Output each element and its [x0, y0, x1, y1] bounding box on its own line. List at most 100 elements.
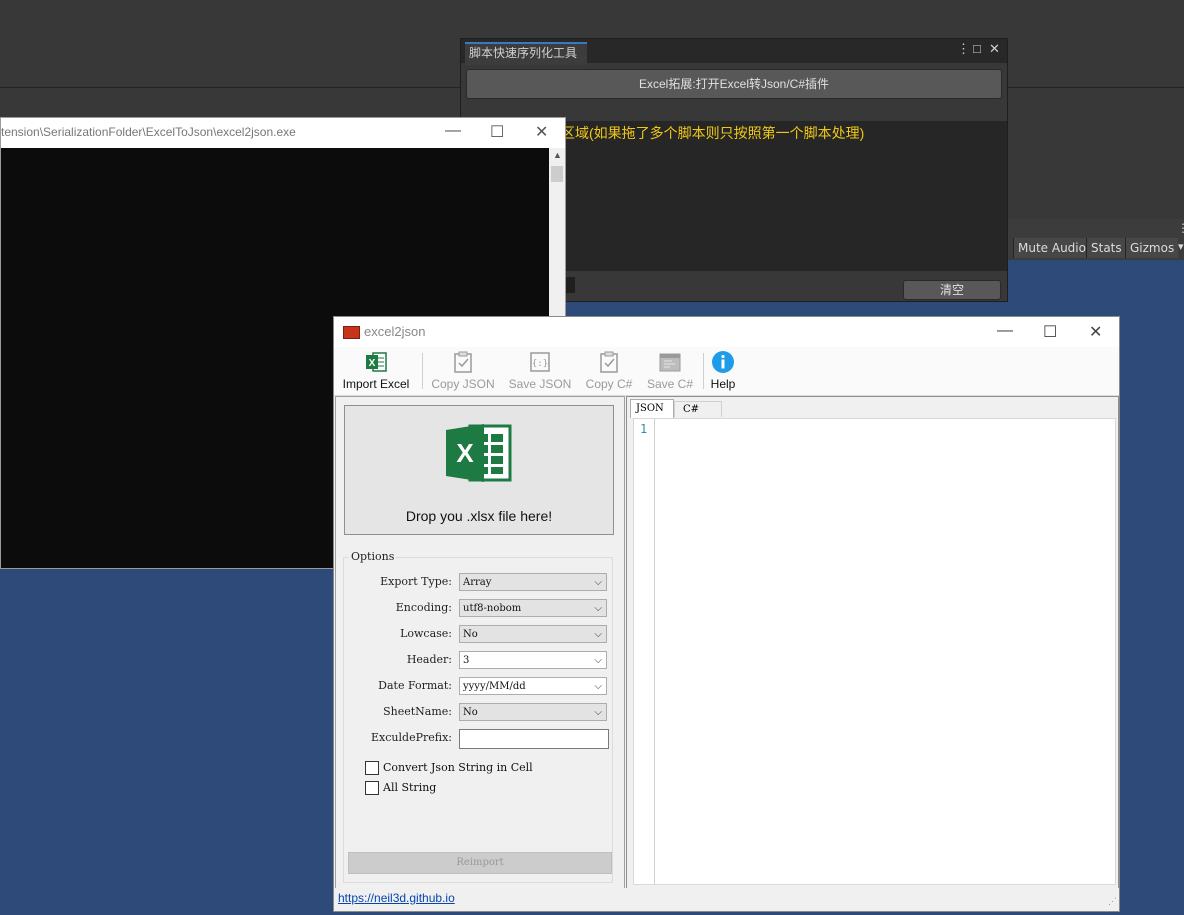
- left-panel: X Drop you .xlsx file here! Options Expo…: [335, 396, 625, 889]
- maximize-icon[interactable]: ☐: [1043, 322, 1057, 342]
- save-cs-label: Save C#: [646, 377, 694, 391]
- tab-json[interactable]: JSON: [630, 399, 674, 418]
- exclude-prefix-row: ExculdePrefix:: [344, 729, 612, 749]
- export-type-label: Export Type:: [380, 575, 452, 588]
- homepage-link[interactable]: https://neil3d.github.io: [338, 891, 455, 905]
- copy-cs-button[interactable]: Copy C#: [580, 350, 638, 394]
- reimport-button[interactable]: Reimport: [348, 852, 612, 874]
- date-format-value: yyyy/MM/dd: [463, 681, 526, 692]
- close-icon[interactable]: ✕: [989, 41, 1000, 57]
- drop-hint: 区域(如果拖了多个脚本则只按照第一个脚本处理): [561, 125, 865, 141]
- encoding-select[interactable]: utf8-nobom ⌵: [459, 599, 607, 617]
- copy-json-label: Copy JSON: [431, 377, 495, 391]
- scrollbar-thumb[interactable]: [551, 166, 563, 182]
- gizmos-button[interactable]: Gizmos: [1125, 238, 1179, 258]
- chevron-down-icon: ⌵: [594, 629, 602, 640]
- encoding-row: Encoding: utf8-nobom ⌵: [344, 599, 612, 619]
- help-button[interactable]: Help: [708, 350, 738, 394]
- tab-serialization-tool[interactable]: 脚本快速序列化工具: [465, 42, 588, 65]
- date-format-combobox[interactable]: yyyy/MM/dd ⌵: [459, 677, 607, 695]
- clipboard-check-icon: [454, 351, 472, 373]
- divider: [422, 353, 423, 389]
- export-type-value: Array: [463, 577, 492, 588]
- export-type-row: Export Type: Array ⌵: [344, 573, 612, 593]
- import-excel-label: Import Excel: [342, 377, 410, 391]
- svg-text:{:}: {:}: [532, 359, 548, 369]
- exclude-prefix-input[interactable]: [459, 729, 609, 749]
- close-icon[interactable]: ✕: [535, 122, 548, 142]
- title-bar: excel2json — ☐ ✕: [334, 317, 1119, 347]
- gizmos-chevron-icon[interactable]: ▾: [1178, 240, 1184, 253]
- sheet-name-value: No: [463, 707, 478, 718]
- close-icon[interactable]: ✕: [1089, 322, 1102, 342]
- status-bar: https://neil3d.github.io ⋰: [334, 888, 1119, 910]
- open-excel-plugin-button[interactable]: Excel拓展:打开Excel转Json/C#插件: [466, 69, 1002, 99]
- save-cs-button[interactable]: Save C#: [642, 350, 698, 394]
- maximize-icon[interactable]: □: [973, 41, 981, 56]
- copy-cs-label: Copy C#: [585, 377, 633, 391]
- code-file-icon: [659, 353, 681, 372]
- maximize-icon[interactable]: ☐: [490, 122, 504, 142]
- json-file-icon: {:}: [530, 352, 550, 372]
- import-excel-button[interactable]: X Import Excel: [339, 350, 413, 394]
- encoding-value: utf8-nobom: [463, 603, 522, 614]
- minimize-icon[interactable]: —: [445, 122, 461, 140]
- save-json-button[interactable]: {:} Save JSON: [506, 350, 574, 394]
- exclude-prefix-label: ExculdePrefix:: [371, 731, 452, 744]
- clipboard-check-icon: [600, 351, 618, 373]
- chevron-down-icon: ⌵: [594, 707, 602, 718]
- excel2json-window: excel2json — ☐ ✕ X Import Excel Copy JSO…: [333, 316, 1120, 912]
- line-number: 1: [640, 422, 648, 436]
- header-combobox[interactable]: 3 ⌵: [459, 651, 607, 669]
- mute-audio-button[interactable]: Mute Audio: [1013, 238, 1090, 258]
- info-icon: [712, 351, 734, 373]
- resize-grip-icon[interactable]: ⋰: [1108, 896, 1117, 907]
- line-gutter: 1: [634, 419, 655, 884]
- clear-button[interactable]: 清空: [903, 280, 1001, 300]
- all-string-checkbox[interactable]: [365, 781, 379, 795]
- copy-json-button[interactable]: Copy JSON: [429, 350, 497, 394]
- convert-json-checkbox[interactable]: [365, 761, 379, 775]
- lowcase-select[interactable]: No ⌵: [459, 625, 607, 643]
- sheet-name-label: SheetName:: [383, 705, 452, 718]
- toolbar: X Import Excel Copy JSON {:} Save JSON C…: [334, 347, 1119, 396]
- header-row: Header: 3 ⌵: [344, 651, 612, 671]
- stats-button[interactable]: Stats: [1086, 238, 1126, 258]
- chevron-down-icon: ⌵: [594, 655, 602, 666]
- tab-cs[interactable]: C#: [674, 401, 722, 417]
- svg-text:X: X: [456, 438, 474, 468]
- options-legend: Options: [349, 550, 397, 563]
- help-label: Help: [710, 377, 736, 391]
- save-json-label: Save JSON: [508, 377, 572, 391]
- menu-icon[interactable]: ⋮: [1177, 221, 1184, 235]
- convert-json-label: Convert Json String in Cell: [383, 761, 533, 774]
- divider: [703, 353, 704, 389]
- xlsx-drop-zone[interactable]: X Drop you .xlsx file here!: [344, 405, 614, 535]
- lowcase-label: Lowcase:: [400, 627, 452, 640]
- sheet-name-select[interactable]: No ⌵: [459, 703, 607, 721]
- window-title: excel2json: [364, 324, 426, 339]
- options-group: Options Export Type: Array ⌵ Encoding: ut…: [343, 550, 613, 883]
- excel-logo-icon: X: [446, 424, 512, 482]
- export-type-select[interactable]: Array ⌵: [459, 573, 607, 591]
- app-icon: [343, 326, 360, 339]
- lowcase-row: Lowcase: No ⌵: [344, 625, 612, 645]
- chevron-down-icon: ⌵: [594, 577, 602, 588]
- convert-json-checkbox-row[interactable]: Convert Json String in Cell: [365, 761, 625, 775]
- chevron-down-icon: ⌵: [594, 681, 602, 692]
- all-string-label: All String: [383, 781, 437, 794]
- date-format-label: Date Format:: [378, 679, 452, 692]
- all-string-checkbox-row[interactable]: All String: [365, 781, 625, 795]
- svg-text:X: X: [369, 358, 376, 369]
- minimize-icon[interactable]: —: [997, 322, 1013, 340]
- date-format-row: Date Format: yyyy/MM/dd ⌵: [344, 677, 612, 697]
- drop-text: Drop you .xlsx file here!: [405, 508, 553, 524]
- code-editor[interactable]: 1: [633, 418, 1116, 885]
- tab-bar: 脚本快速序列化工具 ⋮ □ ✕: [461, 39, 1007, 65]
- encoding-label: Encoding:: [395, 601, 452, 614]
- menu-icon[interactable]: ⋮: [957, 41, 970, 57]
- excel-icon: X: [366, 352, 387, 372]
- output-panel: C# JSON 1: [626, 396, 1119, 889]
- sheet-name-row: SheetName: No ⌵: [344, 703, 612, 723]
- scroll-up-icon[interactable]: ▲: [553, 150, 562, 160]
